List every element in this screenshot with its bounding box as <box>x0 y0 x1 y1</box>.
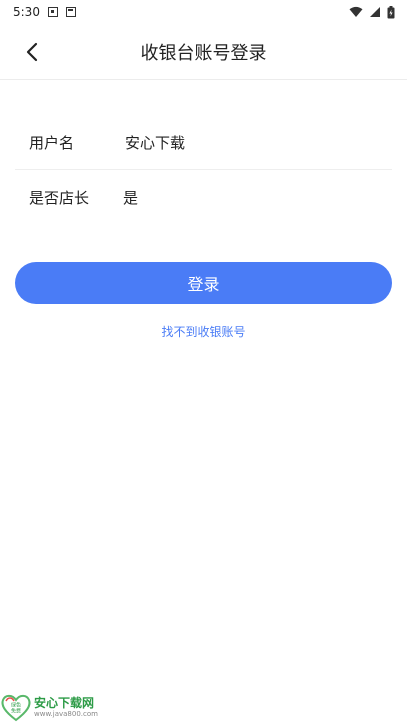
notification-box-icon <box>65 7 76 17</box>
cannot-find-account-link[interactable]: 找不到收银账号 <box>0 323 407 340</box>
top-app-bar: 收银台账号登录 <box>0 24 407 80</box>
login-button[interactable]: 登录 <box>15 262 392 304</box>
store-manager-label: 是否店长 <box>29 188 90 207</box>
status-time: 5:30 <box>13 5 40 19</box>
status-right <box>349 5 395 19</box>
username-field[interactable]: 安心下载 <box>109 132 185 153</box>
status-bar: 5:30 <box>0 0 407 24</box>
watermark-name: 安心下载网 <box>34 695 95 710</box>
wifi-icon <box>349 6 363 17</box>
page-title: 收银台账号登录 <box>140 43 267 64</box>
watermark-heart-logo-icon: 绿色 免费 <box>1 694 31 722</box>
watermark-badge-line1: 绿色 <box>11 702 21 709</box>
battery-icon <box>387 5 395 18</box>
cell-signal-icon <box>370 7 380 17</box>
watermark: 绿色 免费 安心下载网 www.java800.com <box>0 689 98 725</box>
watermark-url: www.java800.com <box>34 709 98 718</box>
watermark-text: 安心下载网 www.java800.com <box>34 697 98 718</box>
watermark-badge-line2: 免费 <box>11 708 21 715</box>
store-manager-row: 是否店长 是 <box>15 170 392 224</box>
status-left: 5:30 <box>13 5 76 19</box>
username-row: 用户名 安心下载 <box>15 116 392 170</box>
store-manager-value[interactable]: 是 <box>109 187 138 208</box>
username-label: 用户名 <box>29 134 75 152</box>
app-screen: 5:30 收银台账号登录 用户名 安心下载 是否店长 是 登录 找不到收银账号 … <box>0 0 407 725</box>
notification-a-icon <box>47 7 58 17</box>
